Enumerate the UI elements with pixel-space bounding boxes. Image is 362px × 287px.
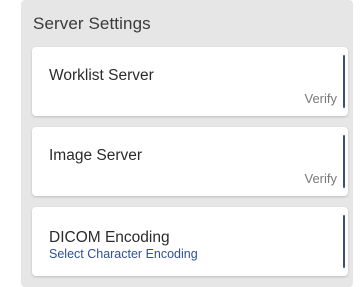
worklist-server-verify-button[interactable]: Verify [304, 91, 337, 106]
section-title: Server Settings [33, 14, 151, 33]
image-server-verify-button[interactable]: Verify [304, 171, 337, 186]
image-server-card[interactable]: Image Server Verify [32, 127, 348, 196]
image-server-title: Image Server [49, 147, 143, 164]
server-settings-panel: Server Settings Worklist Server Verify I… [21, 0, 353, 287]
dicom-encoding-title: DICOM Encoding [49, 229, 170, 246]
dicom-encoding-card[interactable]: DICOM Encoding Select Character Encoding [32, 207, 348, 276]
worklist-server-card[interactable]: Worklist Server Verify [32, 47, 348, 116]
select-character-encoding-link[interactable]: Select Character Encoding [49, 247, 198, 261]
worklist-server-title: Worklist Server [49, 67, 154, 84]
